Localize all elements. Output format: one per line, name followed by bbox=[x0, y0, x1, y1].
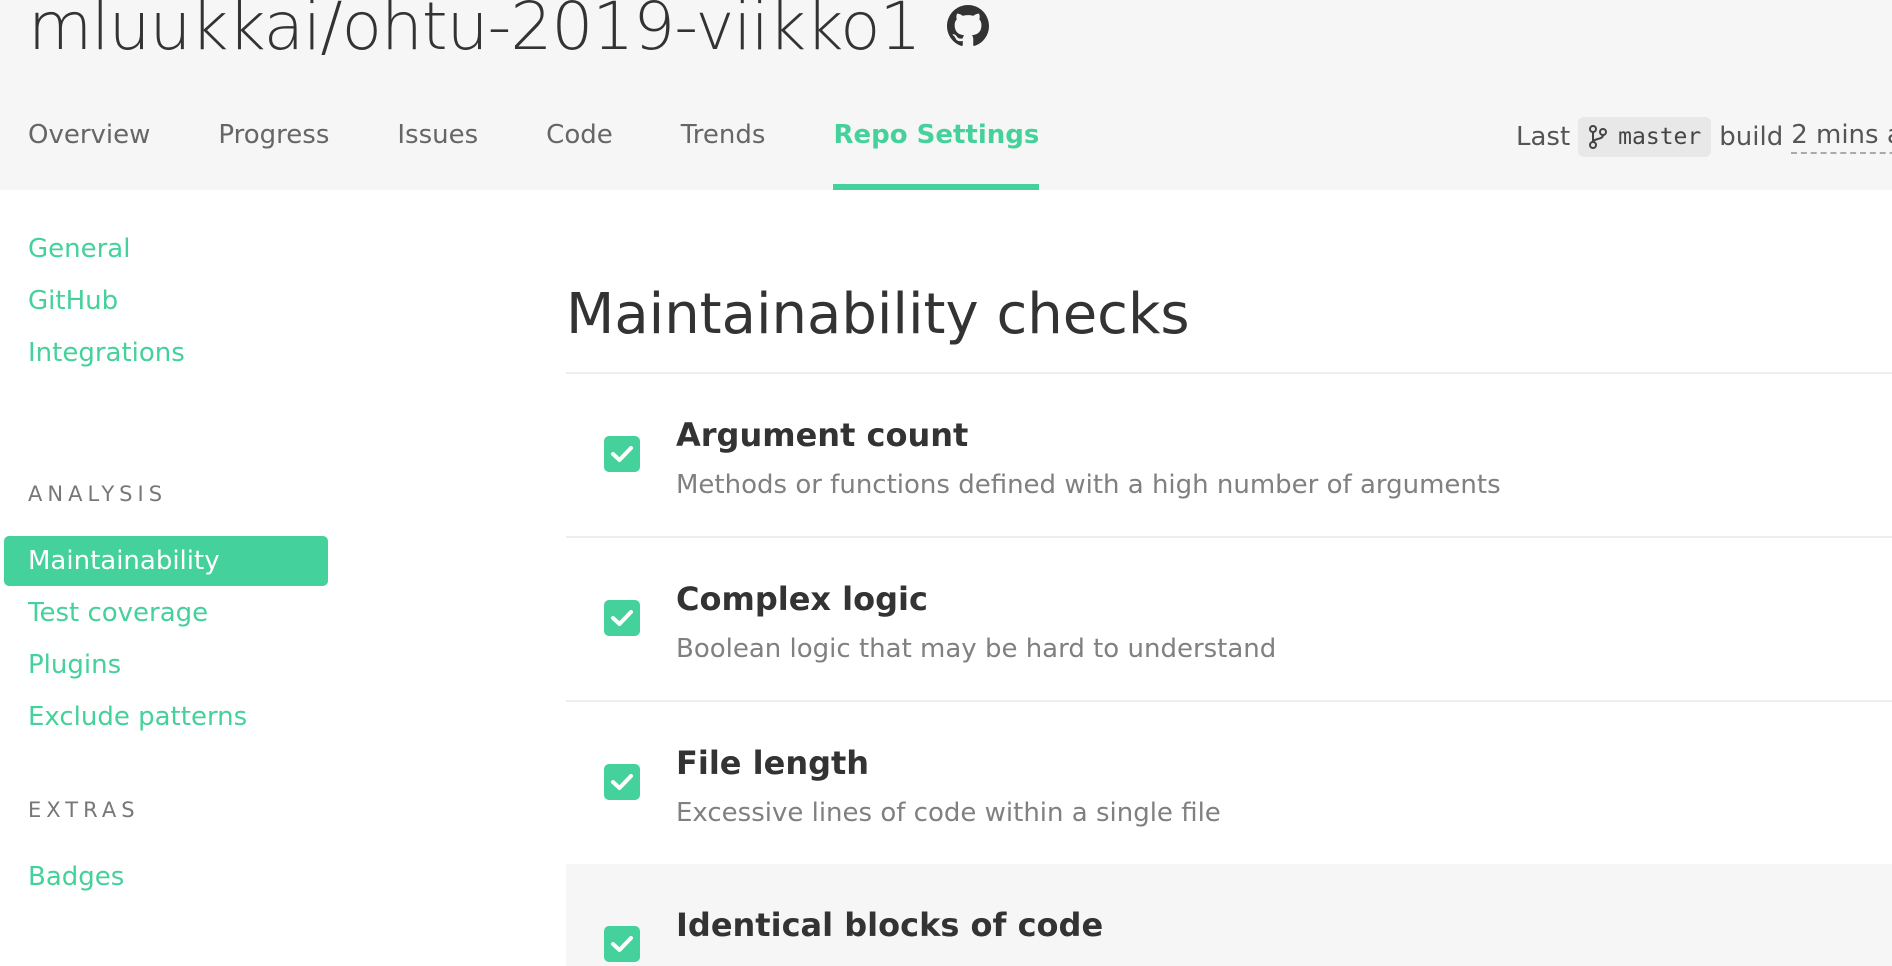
check-title: Argument count bbox=[676, 416, 969, 454]
sidebar-item-test-coverage[interactable]: Test coverage bbox=[28, 588, 208, 638]
check-toggle-file-length[interactable] bbox=[604, 764, 640, 800]
check-toggle-argument-count[interactable] bbox=[604, 436, 640, 472]
page-title: Maintainability checks bbox=[566, 282, 1190, 347]
tab-repo-settings[interactable]: Repo Settings bbox=[833, 108, 1039, 190]
sidebar-item-integrations[interactable]: Integrations bbox=[28, 328, 185, 378]
sidebar-item-general[interactable]: General bbox=[28, 224, 130, 274]
checkmark-icon bbox=[611, 446, 633, 462]
tab-issues[interactable]: Issues bbox=[397, 108, 478, 190]
check-description: Methods or functions defined with a high… bbox=[676, 470, 1501, 500]
check-row-file-length: File length Excessive lines of code with… bbox=[566, 700, 1892, 864]
check-description: Boolean logic that may be hard to unders… bbox=[676, 634, 1277, 664]
build-time[interactable]: 2 mins ago bbox=[1791, 120, 1892, 154]
tab-trends[interactable]: Trends bbox=[681, 108, 766, 190]
sidebar-item-maintainability[interactable]: Maintainability bbox=[4, 536, 328, 586]
checkmark-icon bbox=[611, 936, 633, 952]
build-label: build bbox=[1719, 122, 1784, 152]
sidebar-item-plugins[interactable]: Plugins bbox=[28, 640, 121, 690]
tab-overview[interactable]: Overview bbox=[28, 108, 150, 190]
checkmark-icon bbox=[611, 774, 633, 790]
last-build-info: Last master build 2 mins ago bbox=[1516, 116, 1892, 158]
branch-badge[interactable]: master bbox=[1578, 117, 1712, 157]
check-title: File length bbox=[676, 744, 870, 782]
sidebar-heading-analysis: ANALYSIS bbox=[28, 482, 168, 506]
repo-title: mluukkai/ohtu-2019-viikko1 bbox=[28, 0, 989, 66]
branch-name: master bbox=[1618, 124, 1702, 150]
sidebar-item-exclude-patterns[interactable]: Exclude patterns bbox=[28, 692, 247, 742]
check-toggle-complex-logic[interactable] bbox=[604, 600, 640, 636]
check-title: Complex logic bbox=[676, 580, 928, 618]
sidebar-item-badges[interactable]: Badges bbox=[28, 852, 124, 902]
sidebar-heading-extras: EXTRAS bbox=[28, 798, 140, 822]
repo-nav-tabs: Overview Progress Issues Code Trends Rep… bbox=[28, 108, 1107, 190]
sidebar-item-github[interactable]: GitHub bbox=[28, 276, 118, 326]
build-prefix: Last bbox=[1516, 122, 1571, 152]
check-row-argument-count: Argument count Methods or functions defi… bbox=[566, 372, 1892, 536]
tab-progress[interactable]: Progress bbox=[218, 108, 329, 190]
check-description: Excessive lines of code within a single … bbox=[676, 798, 1221, 828]
check-title: Identical blocks of code bbox=[676, 906, 1104, 944]
git-branch-icon bbox=[1589, 125, 1608, 149]
page-header: mluukkai/ohtu-2019-viikko1 Overview Prog… bbox=[0, 0, 1892, 190]
check-row-identical-blocks: Identical blocks of code bbox=[566, 864, 1892, 966]
github-icon[interactable] bbox=[946, 5, 989, 47]
checkmark-icon bbox=[611, 610, 633, 626]
tab-code[interactable]: Code bbox=[546, 108, 613, 190]
check-row-complex-logic: Complex logic Boolean logic that may be … bbox=[566, 536, 1892, 700]
repo-title-text[interactable]: mluukkai/ohtu-2019-viikko1 bbox=[28, 0, 922, 65]
check-toggle-identical-blocks[interactable] bbox=[604, 926, 640, 962]
